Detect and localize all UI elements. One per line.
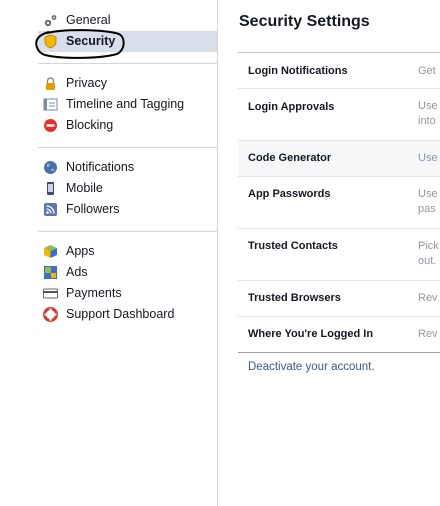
lock-icon [43,76,58,91]
credit-card-icon [43,286,58,301]
sidebar-item-label: Security [66,34,116,48]
sidebar-item-mobile[interactable]: Mobile [38,178,217,199]
sidebar-item-notifications[interactable]: Notifications [38,157,217,178]
row-description: Rev [418,328,438,340]
mobile-phone-icon [43,181,58,196]
sidebar-item-support-dashboard[interactable]: Support Dashboard [38,304,217,325]
sidebar-group-apps: Apps Ads Payments Support Dashboard [38,241,217,325]
rss-icon [43,202,58,217]
shield-badge-icon [43,34,58,49]
row-label: Login Approvals [248,101,335,113]
row-label: Where You're Logged In [248,328,374,340]
sidebar-item-label: General [66,13,111,27]
row-label: Code Generator [248,152,332,164]
sidebar-item-label: Blocking [66,118,114,132]
sidebar-item-blocking[interactable]: Blocking [38,115,217,136]
settings-row-login-approvals[interactable]: Login Approvals Use into [238,88,440,140]
page-title: Security Settings [239,13,370,30]
sidebar-item-label: Mobile [66,181,103,195]
gear-icon [43,13,58,28]
sidebar-divider [38,63,217,64]
settings-table: Login Notifications Get Login Approvals … [238,52,440,353]
globe-icon [43,160,58,175]
sidebar-item-label: Ads [66,265,88,279]
row-description-line: Use [418,100,438,112]
settings-sidebar: General Security Privacy Timeline and Ta… [0,0,218,506]
settings-row-trusted-contacts[interactable]: Trusted Contacts Pick out. [238,228,440,280]
row-description: Rev [418,292,438,304]
sidebar-group-privacy: Privacy Timeline and Tagging Blocking [38,73,217,136]
sidebar-item-payments[interactable]: Payments [38,283,217,304]
settings-row-app-passwords[interactable]: App Passwords Use pas [238,176,440,228]
sidebar-item-label: Notifications [66,160,135,174]
sidebar-item-general[interactable]: General [38,10,217,31]
settings-row-code-generator[interactable]: Code Generator Use [238,140,440,176]
row-description: Get [418,65,436,77]
sidebar-group-notifications: Notifications Mobile Followers [38,157,217,220]
settings-row-login-notifications[interactable]: Login Notifications Get [238,53,440,88]
row-description-line: out. [418,255,437,267]
sidebar-item-label: Privacy [66,76,107,90]
sidebar-item-timeline[interactable]: Timeline and Tagging [38,94,217,115]
sidebar-item-label: Support Dashboard [66,307,175,321]
sidebar-item-security[interactable]: Security [38,31,217,52]
sidebar-item-label: Apps [66,244,95,258]
sidebar-group-account: General Security [38,10,217,52]
settings-row-where-logged-in[interactable]: Where You're Logged In Rev [238,316,440,352]
row-description-line: Use [418,188,438,200]
row-label: Login Notifications [248,65,348,77]
lifebuoy-icon [43,307,58,322]
sidebar-item-label: Followers [66,202,120,216]
blocking-icon [43,118,58,133]
row-label: App Passwords [248,188,331,200]
sidebar-item-ads[interactable]: Ads [38,262,217,283]
sidebar-item-label: Timeline and Tagging [66,97,185,111]
sidebar-item-followers[interactable]: Followers [38,199,217,220]
sidebar-item-label: Payments [66,286,122,300]
row-description-line: pas [418,203,436,215]
apps-cube-icon [43,244,58,259]
sidebar-item-privacy[interactable]: Privacy [38,73,217,94]
row-description: Use [418,152,438,164]
ads-icon [43,265,58,280]
row-label: Trusted Browsers [248,292,341,304]
row-label: Trusted Contacts [248,240,338,252]
sidebar-item-apps[interactable]: Apps [38,241,217,262]
sidebar-divider [38,147,217,148]
timeline-icon [43,97,58,112]
row-description-line: Pick [418,240,439,252]
sidebar-divider [38,231,217,232]
deactivate-account-link[interactable]: Deactivate your account. [248,361,375,373]
row-description-line: into [418,115,436,127]
security-settings-panel: Security Settings Login Notifications Ge… [218,0,440,506]
settings-row-trusted-browsers[interactable]: Trusted Browsers Rev [238,280,440,316]
